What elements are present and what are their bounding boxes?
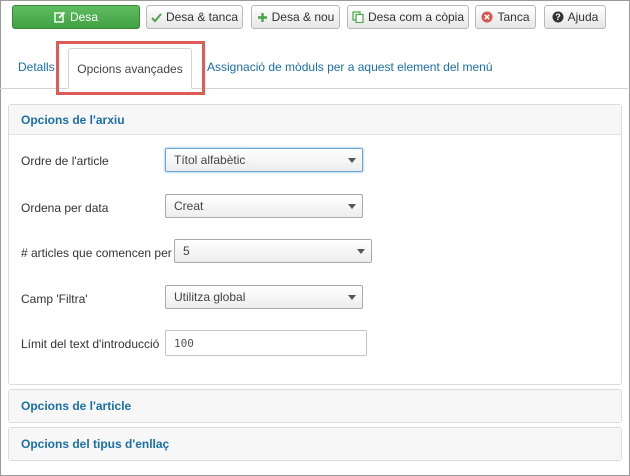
- check-icon: [151, 12, 162, 23]
- archive-options-title: Opcions de l'arxiu: [21, 112, 125, 127]
- plus-icon: [257, 12, 268, 23]
- save-new-button-label: Desa & nou: [271, 10, 335, 24]
- save-new-button[interactable]: Desa & nou: [251, 5, 340, 29]
- cancel-button[interactable]: Tanca: [475, 5, 536, 29]
- article-order-select[interactable]: Títol alfabètic: [165, 148, 363, 172]
- date-order-value: Creat: [174, 199, 204, 213]
- intro-limit-input[interactable]: 100: [165, 330, 367, 356]
- save-button[interactable]: Desa: [12, 5, 140, 29]
- save-button-label: Desa: [69, 10, 98, 24]
- num-articles-label: # articles que comencen per: [21, 246, 172, 260]
- filter-field-label: Camp 'Filtra': [21, 292, 88, 306]
- article-order-value: Títol alfabètic: [174, 153, 246, 167]
- link-type-options-header[interactable]: Opcions del tipus d'enllaç: [9, 428, 621, 460]
- cancel-button-label: Tanca: [497, 10, 530, 24]
- chevron-down-icon: [348, 204, 356, 209]
- intro-limit-label: Límit del text d'introducció: [21, 337, 160, 351]
- article-options-header[interactable]: Opcions de l'article: [9, 390, 621, 422]
- chevron-down-icon: [357, 249, 365, 254]
- tab-details[interactable]: Detalls: [18, 60, 55, 74]
- archive-options-header[interactable]: Opcions de l'arxiu: [9, 105, 621, 135]
- num-articles-select[interactable]: 5: [174, 239, 372, 263]
- chevron-down-icon: [348, 158, 356, 163]
- save-close-button[interactable]: Desa & tanca: [146, 5, 243, 29]
- article-order-label: Ordre de l'article: [21, 154, 109, 168]
- toolbar: Desa Desa & tanca Desa & nou Desa com a …: [0, 0, 628, 37]
- filter-field-value: Utilitza global: [174, 290, 246, 304]
- save-copy-button-label: Desa com a còpia: [367, 10, 465, 24]
- intro-limit-value: 100: [174, 336, 194, 350]
- copy-icon: [352, 11, 364, 23]
- save-copy-button[interactable]: Desa com a còpia: [347, 5, 469, 29]
- cancel-circle-icon: [481, 11, 493, 23]
- save-close-button-label: Desa & tanca: [165, 10, 239, 24]
- date-order-select[interactable]: Creat: [165, 194, 363, 218]
- article-options-panel[interactable]: Opcions de l'article: [8, 389, 622, 423]
- article-options-title: Opcions de l'article: [21, 399, 132, 413]
- help-button[interactable]: ? Ajuda: [544, 5, 606, 29]
- help-button-label: Ajuda: [567, 10, 599, 24]
- svg-text:?: ?: [555, 12, 561, 22]
- link-type-options-panel[interactable]: Opcions del tipus d'enllaç: [8, 427, 622, 461]
- date-order-label: Ordena per data: [21, 201, 109, 215]
- tab-highlight-box: [56, 41, 205, 95]
- tab-module-assignment[interactable]: Assignació de mòduls per a aquest elemen…: [207, 60, 493, 74]
- filter-field-select[interactable]: Utilitza global: [165, 285, 363, 309]
- edit-icon: [54, 11, 66, 23]
- question-circle-icon: ?: [552, 11, 564, 23]
- num-articles-value: 5: [183, 244, 190, 258]
- link-type-options-title: Opcions del tipus d'enllaç: [21, 437, 170, 451]
- chevron-down-icon: [348, 295, 356, 300]
